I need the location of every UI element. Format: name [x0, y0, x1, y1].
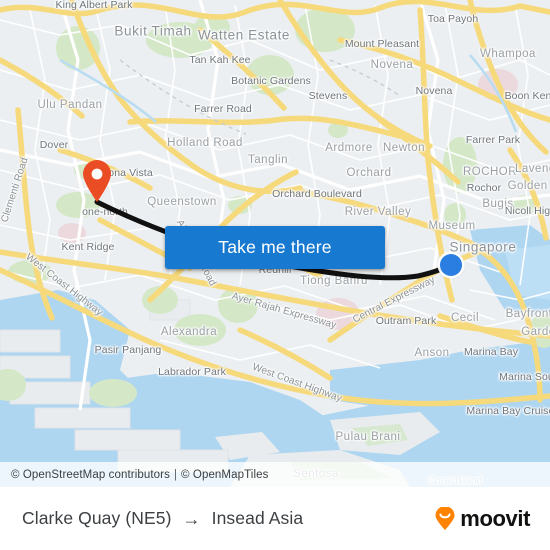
attribution-openmaptiles[interactable]: © OpenMapTiles: [181, 469, 268, 481]
attribution-osm[interactable]: © OpenStreetMap contributors: [11, 469, 170, 481]
map-attribution: © OpenStreetMap contributors | © OpenMap…: [0, 462, 550, 487]
route-origin-label: Clarke Quay (NE5): [22, 508, 172, 528]
arrow-right-icon: →: [182, 508, 201, 529]
take-me-there-button[interactable]: Take me there: [165, 226, 385, 269]
moovit-route-screen: King Albert Park Bukit Timah Watten Estate…: [0, 0, 550, 550]
moovit-logo[interactable]: moovit: [433, 505, 530, 531]
route-destination-label: Insead Asia: [211, 508, 304, 528]
map-pin-icon: [83, 160, 111, 202]
footer-bar: Clarke Quay (NE5) → Insead Asia moovit: [0, 487, 550, 550]
attribution-separator: |: [173, 468, 178, 481]
map-viewport[interactable]: King Albert Park Bukit Timah Watten Estate…: [0, 0, 550, 487]
moovit-pin-smiley-icon: [435, 506, 455, 530]
route-summary: Clarke Quay (NE5) → Insead Asia: [22, 508, 303, 529]
moovit-wordmark: moovit: [460, 505, 530, 531]
location-dot-icon: [440, 254, 462, 276]
